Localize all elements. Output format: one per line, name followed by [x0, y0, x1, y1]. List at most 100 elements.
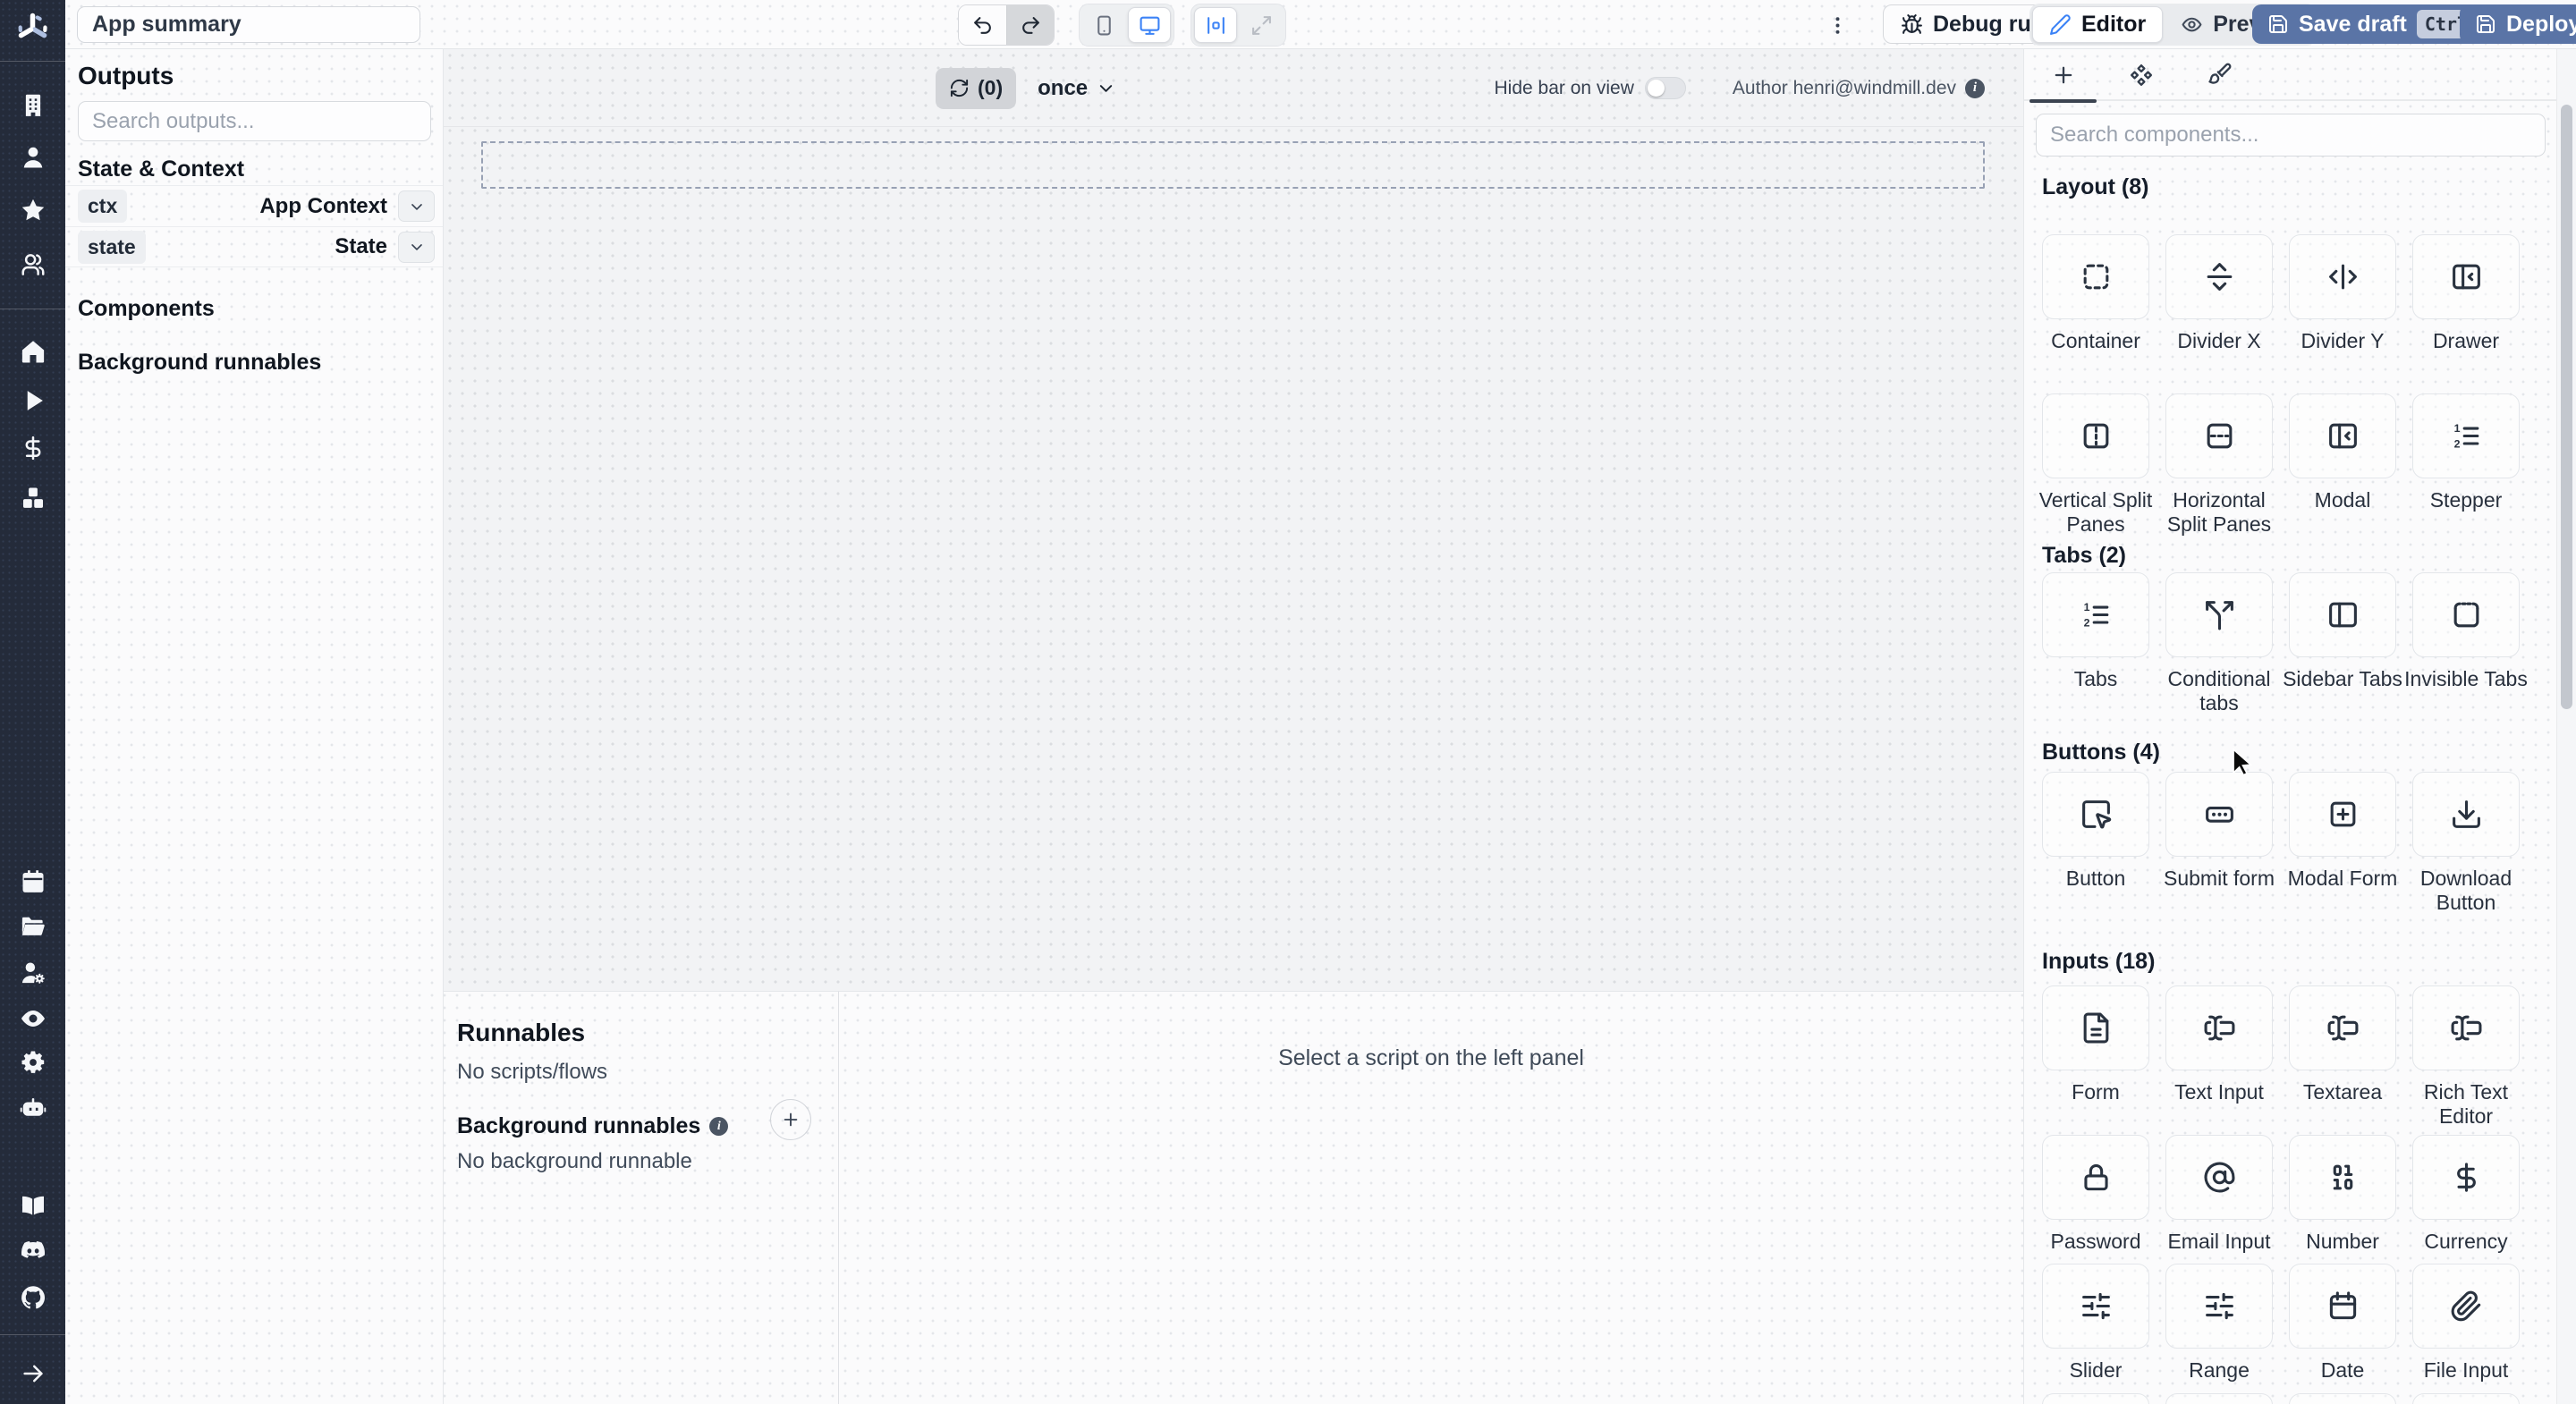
component-card-slider[interactable]: [2042, 1264, 2149, 1349]
component-card-password[interactable]: [2042, 1135, 2149, 1220]
component-label: Horizontal Split Panes: [2166, 488, 2272, 536]
component-label: Textarea: [2302, 1080, 2383, 1104]
sidebar-item-dollar[interactable]: [0, 428, 65, 468]
redo-button[interactable]: [1006, 5, 1054, 45]
undo-button[interactable]: [959, 5, 1006, 45]
vertical-split-icon: [2080, 419, 2113, 452]
empty-grid-placeholder[interactable]: [481, 141, 1985, 189]
user-cog-icon: [20, 960, 47, 986]
sidebar-item-arrow-right[interactable]: [0, 1354, 65, 1393]
play-icon: [20, 387, 47, 414]
sidebar-item-star[interactable]: [0, 190, 65, 230]
modal-icon: [2326, 419, 2360, 452]
scrollbar-thumb[interactable]: [2561, 105, 2572, 709]
submit-form-icon: [2203, 798, 2236, 831]
ctx-expand-button[interactable]: [398, 190, 435, 222]
component-card-form[interactable]: [2042, 985, 2149, 1070]
component-card-text-input[interactable]: [2165, 985, 2273, 1070]
sidebar-item-users[interactable]: [0, 245, 65, 284]
sidebar-item-discord[interactable]: [0, 1231, 65, 1270]
component-card-invisible-tabs[interactable]: [2412, 572, 2520, 657]
search-outputs-input[interactable]: [78, 101, 431, 141]
component-card-rich-text-editor[interactable]: [2412, 985, 2520, 1070]
desktop-view-button[interactable]: [1128, 7, 1171, 43]
component-card-clipped[interactable]: [2042, 1393, 2149, 1404]
deploy-button[interactable]: Deploy: [2460, 4, 2576, 44]
divider-y-icon: [2326, 260, 2360, 293]
component-card-stepper[interactable]: 12: [2412, 393, 2520, 478]
component-card-clipped[interactable]: [2289, 1393, 2396, 1404]
components-tab-plus[interactable]: [2024, 49, 2102, 103]
component-card-textarea[interactable]: [2289, 985, 2396, 1070]
sidebar-item-folder-open[interactable]: [0, 907, 65, 946]
sidebar-item-user-cog[interactable]: [0, 953, 65, 993]
context-row-state[interactable]: state State: [65, 226, 443, 267]
components-tab-component[interactable]: [2102, 49, 2180, 101]
component-card-download-button[interactable]: [2412, 772, 2520, 857]
users-icon: [20, 251, 47, 278]
save-icon: [2267, 13, 2289, 35]
center-content-button[interactable]: [1194, 7, 1237, 43]
components-scrollbar: [2556, 49, 2576, 1404]
component-label: Email Input: [2167, 1230, 2271, 1253]
sidebar-item-gear[interactable]: [0, 1043, 65, 1082]
component-card-drawer[interactable]: [2412, 234, 2520, 319]
app-canvas[interactable]: (0) once Hide bar on view Author henri@w…: [444, 49, 2023, 991]
component-card-clipped[interactable]: [2412, 1393, 2520, 1404]
eye-icon: [2181, 13, 2203, 36]
mobile-view-button[interactable]: [1082, 7, 1125, 43]
component-card-file-input[interactable]: [2412, 1264, 2520, 1349]
component-label: Text Input: [2174, 1080, 2264, 1104]
component-card-divider-y[interactable]: [2289, 234, 2396, 319]
component-card-button[interactable]: [2042, 772, 2149, 857]
sidebar-item-play[interactable]: [0, 381, 65, 420]
component-card-conditional-tabs[interactable]: [2165, 572, 2273, 657]
building-icon: [20, 92, 47, 119]
sidebar-item-eye[interactable]: [0, 999, 65, 1038]
sidebar-item-calendar[interactable]: [0, 862, 65, 901]
state-expand-button[interactable]: [398, 231, 435, 263]
component-card-date[interactable]: [2289, 1264, 2396, 1349]
component-card-vertical-split-panes[interactable]: [2042, 393, 2149, 478]
component-card-horizontal-split-panes[interactable]: [2165, 393, 2273, 478]
sidebar-item-book-open[interactable]: [0, 1186, 65, 1225]
refresh-button[interactable]: (0): [936, 67, 1017, 109]
info-icon[interactable]: [709, 1117, 729, 1136]
tabs-icon: 12: [2080, 598, 2113, 631]
component-card-modal-form[interactable]: [2289, 772, 2396, 857]
search-components-input[interactable]: [2036, 114, 2546, 156]
component-card-container[interactable]: [2042, 234, 2149, 319]
windmill-logo[interactable]: [15, 11, 50, 46]
component-card-submit-form[interactable]: [2165, 772, 2273, 857]
component-card-modal[interactable]: [2289, 393, 2396, 478]
component-card-tabs[interactable]: 12: [2042, 572, 2149, 657]
author-label: Author henri@windmill.dev: [1732, 77, 1956, 98]
component-card-currency[interactable]: [2412, 1135, 2520, 1220]
sidebar-item-building[interactable]: [0, 86, 65, 125]
component-card-divider-x[interactable]: [2165, 234, 2273, 319]
refresh-schedule-select[interactable]: once: [1038, 76, 1116, 101]
more-menu-button[interactable]: [1820, 8, 1854, 42]
context-row-ctx[interactable]: ctx App Context: [65, 185, 443, 226]
sidebar-item-github[interactable]: [0, 1278, 65, 1317]
hide-bar-toggle[interactable]: [1644, 77, 1686, 99]
component-label: Sidebar Tabs: [2283, 667, 2402, 690]
app-summary-input[interactable]: [77, 6, 420, 43]
component-card-range[interactable]: [2165, 1264, 2273, 1349]
tab-editor[interactable]: Editor: [2032, 6, 2164, 43]
sidebar-item-cubes[interactable]: [0, 478, 65, 518]
fullscreen-button[interactable]: [1240, 7, 1283, 43]
component-card-clipped[interactable]: [2165, 1393, 2273, 1404]
sidebar-item-home[interactable]: [0, 332, 65, 371]
sidebar-item-user[interactable]: [0, 138, 65, 177]
add-background-runnable-button[interactable]: [770, 1099, 811, 1140]
info-icon[interactable]: [1965, 78, 1985, 98]
maximize-icon: [1250, 14, 1273, 37]
component-card-number[interactable]: [2289, 1135, 2396, 1220]
component-card-email-input[interactable]: [2165, 1135, 2273, 1220]
components-tab-paintbrush[interactable]: [2180, 49, 2258, 101]
rail-divider: [0, 1334, 65, 1335]
component-card-sidebar-tabs[interactable]: [2289, 572, 2396, 657]
sidebar-item-bot[interactable]: [0, 1089, 65, 1129]
arrow-right-icon: [20, 1360, 47, 1387]
